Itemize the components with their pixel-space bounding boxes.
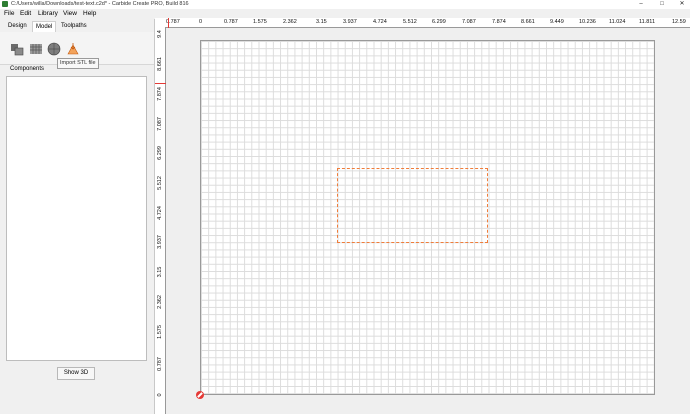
mesh-grid-icon[interactable] (29, 42, 43, 56)
ruler-cursor-marker-x (168, 18, 169, 28)
ruler-top-tick: 11.024 (609, 19, 626, 25)
menu-library[interactable]: Library (38, 9, 58, 19)
menu-view[interactable]: View (63, 9, 77, 19)
origin-marker-icon (196, 391, 204, 399)
ruler-top-tick: 8.661 (521, 19, 535, 25)
import-stl-icon[interactable] (66, 42, 80, 56)
ruler-top-tick: 3.937 (343, 19, 357, 25)
left-ruler: 9.4 8.661 7.874 7.087 6.299 5.512 4.724 … (155, 27, 166, 414)
ruler-top-tick: 0.787 (224, 19, 238, 25)
ruler-top-tick: 0 (199, 19, 203, 25)
ruler-top-tick: 5.512 (403, 19, 417, 25)
ruler-top-tick: 3.15 (316, 19, 327, 25)
title-bar: C:/Users/willa/Downloads/test-text.c2d* … (0, 0, 690, 9)
ruler-top-tick: 1.575 (253, 19, 267, 25)
close-button[interactable]: ✕ (675, 0, 689, 9)
selected-rectangle[interactable] (337, 168, 488, 243)
import-stl-tooltip: Import STL file (57, 58, 99, 69)
ruler-top-tick: 11.811 (639, 19, 656, 25)
app-icon (2, 1, 8, 7)
ruler-top-tick: 12.59 (672, 19, 686, 25)
components-label: Components (10, 66, 45, 72)
ruler-top-tick: 9.449 (550, 19, 564, 25)
ruler-top-tick: 10.236 (579, 19, 596, 25)
tab-design[interactable]: Design (5, 21, 30, 31)
ruler-top-tick: 4.724 (373, 19, 387, 25)
ruler-top-tick: 7.087 (462, 19, 476, 25)
cube-import-icon[interactable] (10, 42, 24, 56)
top-ruler: 0.787 0 0.787 1.575 2.362 3.15 3.937 4.7… (155, 18, 690, 28)
show-3d-button[interactable]: Show 3D (57, 367, 95, 380)
minimize-button[interactable]: – (634, 0, 648, 9)
maximize-button[interactable]: □ (655, 0, 669, 9)
ruler-top-tick: 6.299 (432, 19, 446, 25)
menu-edit[interactable]: Edit (20, 9, 31, 19)
ruler-top-tick: 2.362 (283, 19, 297, 25)
window-title: C:/Users/willa/Downloads/test-text.c2d* … (11, 1, 189, 7)
ruler-top-tick: 7.874 (492, 19, 506, 25)
menu-help[interactable]: Help (83, 9, 96, 19)
components-list[interactable] (6, 76, 147, 361)
menu-file[interactable]: File (4, 9, 14, 19)
sphere-icon[interactable] (47, 42, 61, 56)
ruler-cursor-marker-y (155, 83, 166, 84)
panel-tabs: Design Model Toolpaths (0, 21, 155, 32)
tab-model[interactable]: Model (32, 21, 57, 32)
menu-bar: File Edit Library View Help (0, 9, 155, 19)
tab-toolpaths[interactable]: Toolpaths (58, 21, 90, 31)
